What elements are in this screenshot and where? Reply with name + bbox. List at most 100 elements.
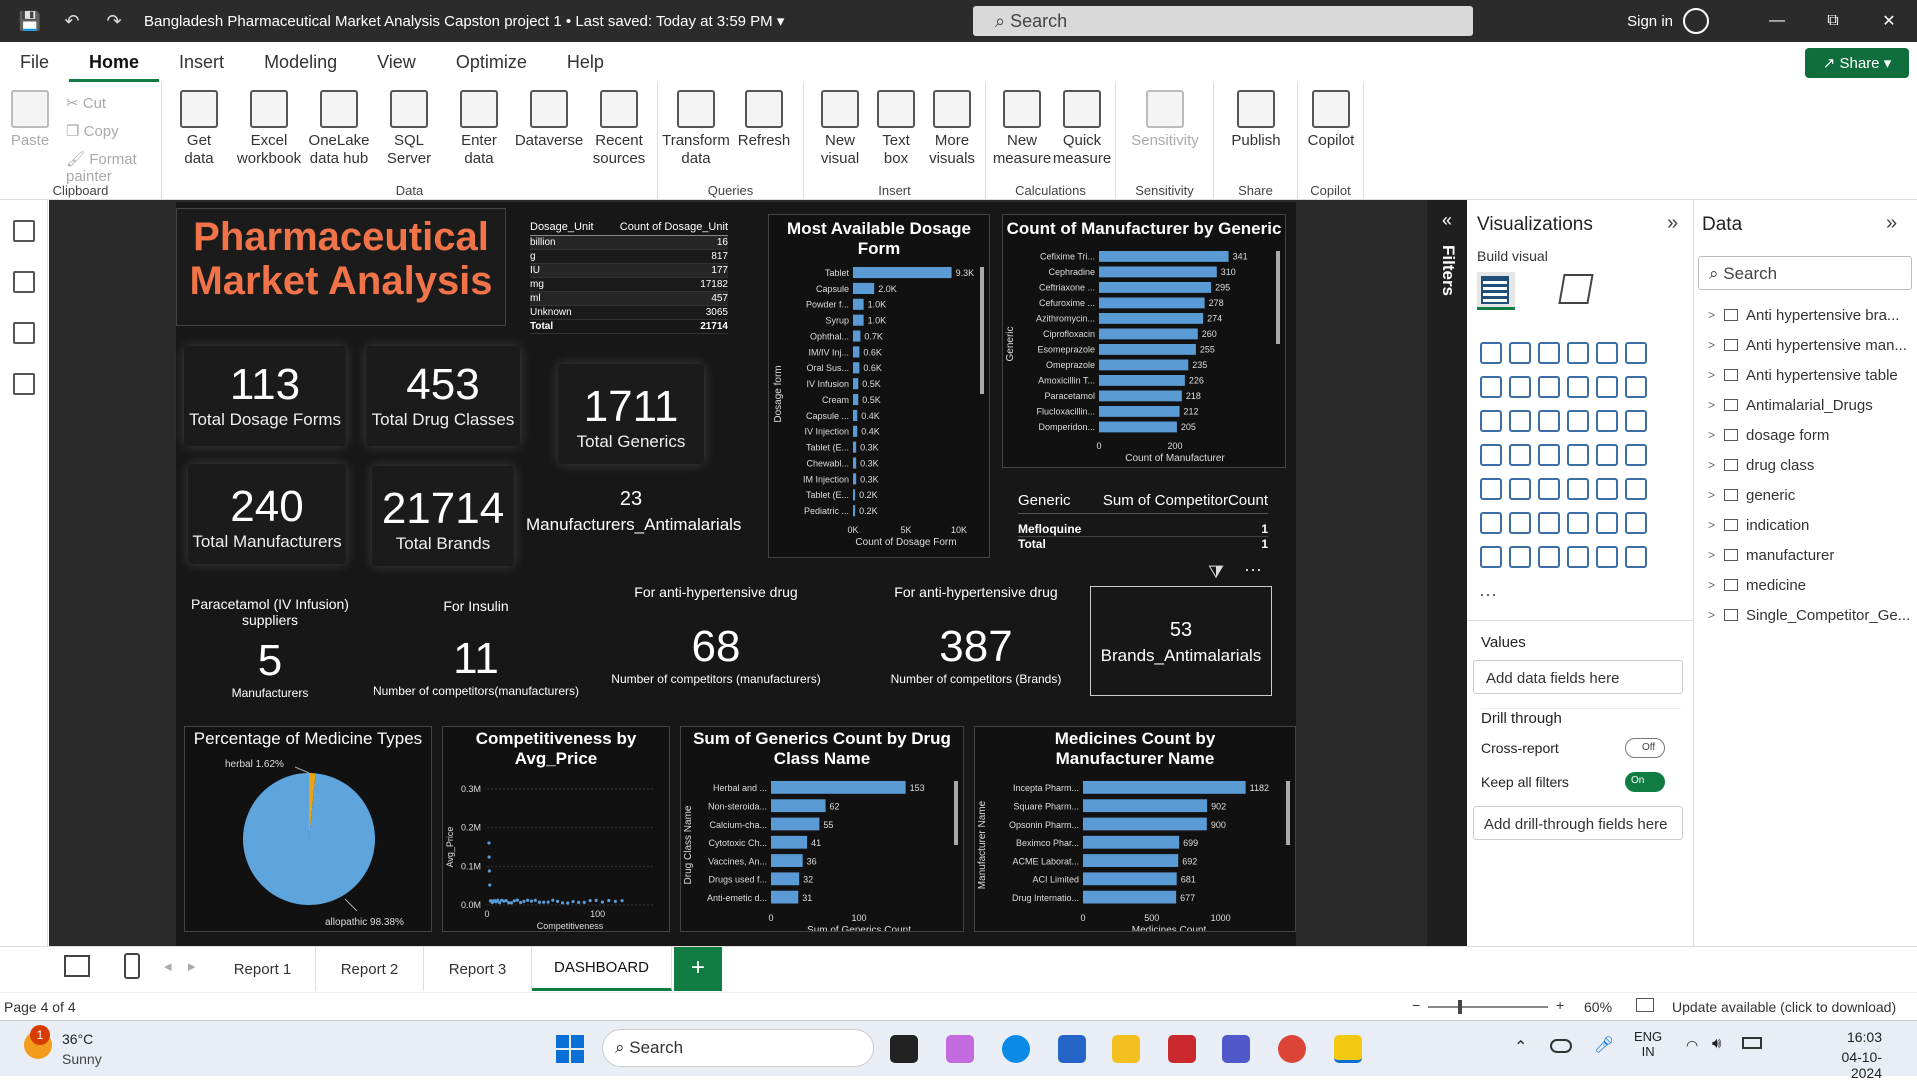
bar[interactable]	[853, 299, 864, 310]
bar[interactable]	[853, 473, 856, 484]
tab-dashboard[interactable]: DASHBOARD	[532, 947, 672, 991]
collapse-data-icon[interactable]: »	[1886, 212, 1897, 235]
scatter-point[interactable]	[542, 901, 545, 904]
values-drop-zone[interactable]: Add data fields here	[1473, 660, 1683, 694]
redo-icon[interactable]: ↷	[102, 9, 126, 33]
menu-optimize[interactable]: Optimize	[436, 52, 547, 73]
close-button[interactable]: ✕	[1861, 11, 1917, 31]
recent-sources-button[interactable]: Recent sources	[584, 90, 654, 168]
bar[interactable]	[1083, 836, 1179, 849]
field-table-item[interactable]: > drug class	[1694, 450, 1917, 480]
bar[interactable]	[1099, 360, 1188, 371]
chevron-right-icon[interactable]: >	[1708, 548, 1724, 562]
bar[interactable]	[853, 442, 856, 453]
scatter-point[interactable]	[505, 899, 508, 902]
scatter-point[interactable]	[614, 900, 617, 903]
field-table-item[interactable]: > medicine	[1694, 570, 1917, 600]
bar[interactable]	[1099, 329, 1198, 340]
field-table-item[interactable]: > indication	[1694, 510, 1917, 540]
scrollbar[interactable]	[1276, 251, 1280, 344]
bar[interactable]	[853, 315, 864, 326]
bar[interactable]	[1099, 375, 1185, 386]
save-icon[interactable]: 💾	[18, 9, 42, 33]
scatter-point[interactable]	[522, 900, 525, 903]
visual-type-icon[interactable]	[1596, 444, 1618, 466]
bar[interactable]	[1099, 282, 1211, 293]
menu-file[interactable]: File	[0, 52, 69, 73]
scatter-point[interactable]	[488, 883, 491, 886]
field-table-item[interactable]: > Anti hypertensive table	[1694, 360, 1917, 390]
menu-insert[interactable]: Insert	[159, 52, 244, 73]
minimize-button[interactable]: —	[1749, 12, 1805, 30]
excel-workbook-button[interactable]: Excel workbook	[234, 90, 304, 168]
bar[interactable]	[853, 378, 858, 389]
kpi-antihypertensive-mfr[interactable]: For anti-hypertensive drug 68 Number of …	[596, 584, 836, 686]
filter-icon[interactable]: ⧩	[1208, 562, 1224, 583]
chrome-icon[interactable]	[1278, 1035, 1306, 1063]
medicines-by-manufacturer-chart[interactable]: Medicines Count by Manufacturer Name Inc…	[974, 726, 1296, 932]
chevron-right-icon[interactable]: >	[1708, 458, 1724, 472]
bar[interactable]	[853, 426, 857, 437]
data-search-input[interactable]: ⌕ Search	[1698, 256, 1912, 290]
file-title[interactable]: Bangladesh Pharmaceutical Market Analysi…	[144, 12, 784, 30]
visual-type-icon[interactable]	[1625, 444, 1647, 466]
chevron-right-icon[interactable]: >	[1708, 308, 1724, 322]
chevron-right-icon[interactable]: >	[1708, 338, 1724, 352]
visual-type-icon[interactable]	[1567, 444, 1589, 466]
bar[interactable]	[1099, 251, 1229, 262]
visual-type-icon[interactable]	[1509, 410, 1531, 432]
zoom-slider[interactable]	[1428, 1006, 1548, 1008]
field-table-item[interactable]: > manufacturer	[1694, 540, 1917, 570]
bar[interactable]	[853, 458, 856, 469]
bar[interactable]	[771, 854, 803, 867]
bar[interactable]	[1099, 298, 1205, 309]
visual-type-icon[interactable]	[1567, 376, 1589, 398]
copilot-button[interactable]: Copilot	[1302, 90, 1360, 150]
battery-icon[interactable]	[1742, 1037, 1762, 1049]
taskbar-search[interactable]: ⌕ Search	[602, 1029, 874, 1067]
chevron-right-icon[interactable]: >	[1708, 428, 1724, 442]
scatter-point[interactable]	[487, 841, 490, 844]
windows-start-icon[interactable]	[556, 1035, 584, 1063]
task-view-icon[interactable]	[890, 1035, 918, 1063]
bar[interactable]	[771, 781, 906, 794]
scatter-point[interactable]	[516, 899, 519, 902]
visual-type-icon[interactable]	[1625, 546, 1647, 568]
chevron-right-icon[interactable]: >	[1708, 578, 1724, 592]
publish-button[interactable]: Publish	[1218, 90, 1294, 150]
scatter-point[interactable]	[589, 899, 592, 902]
visual-type-icon[interactable]	[1538, 512, 1560, 534]
desktop-layout-icon[interactable]	[64, 955, 90, 977]
visual-type-icon[interactable]	[1596, 342, 1618, 364]
maximize-button[interactable]: ⧉	[1805, 12, 1861, 30]
microphone-icon[interactable]: 🎤︎	[1594, 1035, 1614, 1055]
scatter-point[interactable]	[519, 901, 522, 904]
field-table-item[interactable]: > dosage form	[1694, 420, 1917, 450]
visual-type-icon[interactable]	[1625, 478, 1647, 500]
cut-button[interactable]: ✂ Cut	[66, 94, 106, 112]
menu-view[interactable]: View	[357, 52, 436, 73]
visual-type-icon[interactable]	[1509, 512, 1531, 534]
bar[interactable]	[853, 362, 859, 373]
undo-icon[interactable]: ↶	[60, 9, 84, 33]
teams-icon[interactable]	[1222, 1035, 1250, 1063]
scrollbar[interactable]	[954, 781, 958, 845]
scatter-point[interactable]	[620, 899, 623, 902]
menu-home[interactable]: Home	[69, 52, 159, 82]
bar[interactable]	[1083, 781, 1246, 794]
sensitivity-button[interactable]: Sensitivity	[1120, 90, 1210, 150]
visual-type-icon[interactable]	[1480, 342, 1502, 364]
kpi-antihypertensive-brands[interactable]: For anti-hypertensive drug 387 Number of…	[876, 584, 1076, 686]
bar[interactable]	[853, 410, 857, 421]
zoom-in-button[interactable]: +	[1556, 997, 1564, 1013]
copilot-app-icon[interactable]	[946, 1035, 974, 1063]
bar[interactable]	[1099, 422, 1177, 433]
collapse-icon[interactable]: «	[1427, 210, 1467, 231]
bar[interactable]	[1083, 854, 1178, 867]
card-total-dosage-forms[interactable]: 113 Total Dosage Forms	[184, 346, 346, 446]
prev-page-icon[interactable]: ◂	[164, 957, 172, 975]
build-visual-tab[interactable]	[1477, 272, 1515, 310]
field-table-item[interactable]: > Anti hypertensive man...	[1694, 330, 1917, 360]
format-painter-button[interactable]: 🖌 Format painter	[66, 150, 161, 185]
language-indicator[interactable]: ENG IN	[1634, 1029, 1662, 1059]
